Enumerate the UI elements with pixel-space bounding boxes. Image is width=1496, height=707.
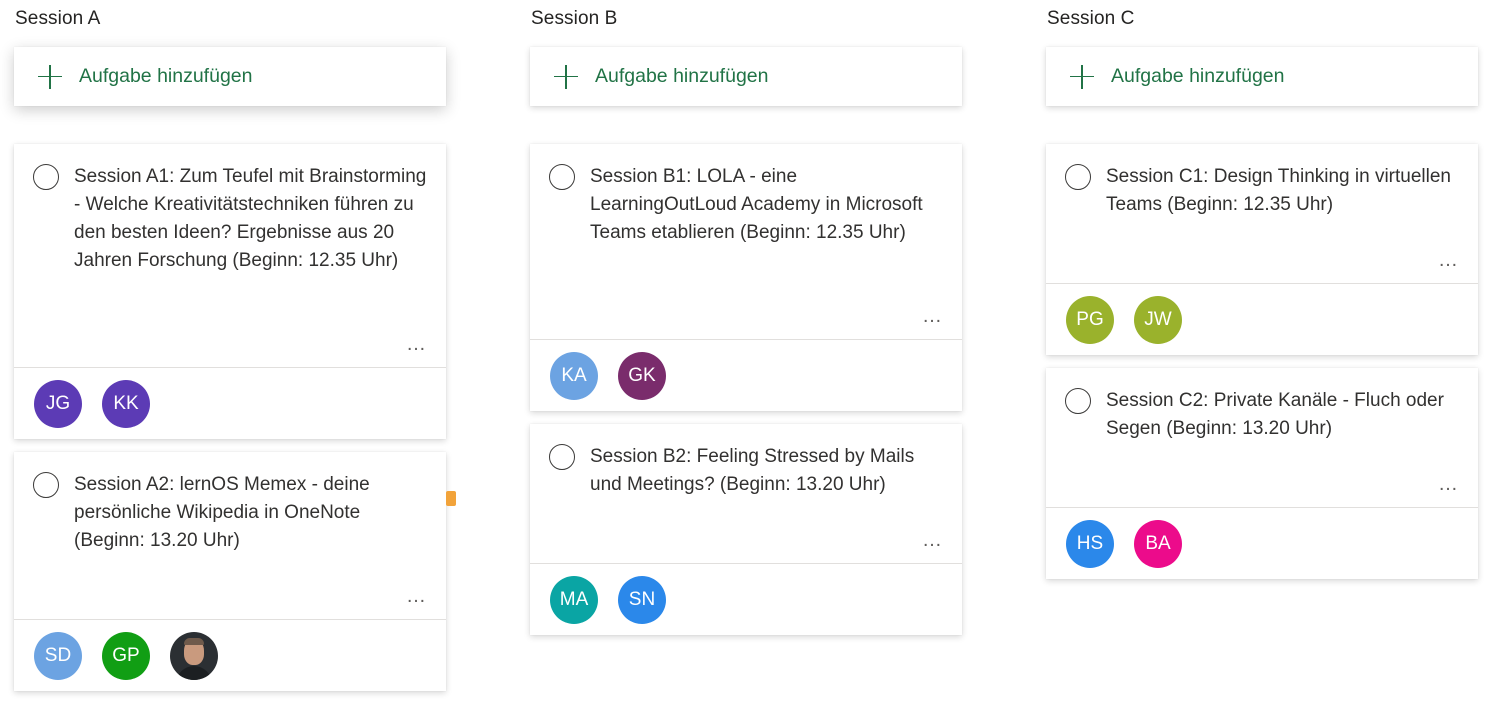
avatar[interactable]: SN — [618, 576, 666, 624]
avatar[interactable]: PG — [1066, 296, 1114, 344]
complete-task-checkbox[interactable] — [33, 472, 59, 498]
avatar[interactable]: HS — [1066, 520, 1114, 568]
avatar[interactable]: KK — [102, 380, 150, 428]
complete-task-checkbox[interactable] — [33, 164, 59, 190]
card-assignees: PG JW — [1046, 283, 1478, 355]
more-options-icon[interactable]: … — [1438, 250, 1460, 270]
card-assignees: HS BA — [1046, 507, 1478, 579]
photo-body — [176, 666, 212, 680]
avatar[interactable]: KA — [550, 352, 598, 400]
drag-indicator-marker — [446, 491, 456, 506]
add-task-label: Aufgabe hinzufügen — [1111, 65, 1285, 87]
plus-icon — [1070, 64, 1094, 89]
task-title: Session A2: lernOS Memex - deine persönl… — [74, 474, 370, 551]
complete-task-checkbox[interactable] — [549, 164, 575, 190]
plus-icon — [38, 64, 62, 89]
task-title: Session B1: LOLA - eine LearningOutLoud … — [590, 166, 923, 243]
more-options-icon[interactable]: … — [922, 530, 944, 550]
card-assignees: JG KK — [14, 367, 446, 439]
complete-task-checkbox[interactable] — [1065, 388, 1091, 414]
add-task-label: Aufgabe hinzufügen — [79, 65, 253, 87]
add-task-button[interactable]: Aufgabe hinzufügen — [530, 47, 962, 106]
task-title: Session C1: Design Thinking in virtuelle… — [1106, 166, 1451, 215]
more-options-icon[interactable]: … — [406, 334, 428, 354]
add-task-button[interactable]: Aufgabe hinzufügen — [1046, 47, 1478, 106]
avatar[interactable]: JG — [34, 380, 82, 428]
avatar[interactable]: MA — [550, 576, 598, 624]
complete-task-checkbox[interactable] — [549, 444, 575, 470]
add-task-label: Aufgabe hinzufügen — [595, 65, 769, 87]
task-card[interactable]: Session C1: Design Thinking in virtuelle… — [1046, 144, 1478, 355]
card-assignees: KA GK — [530, 339, 962, 411]
avatar[interactable]: JW — [1134, 296, 1182, 344]
bucket-title[interactable]: Session B — [531, 8, 617, 30]
task-title: Session A1: Zum Teufel mit Brainstorming… — [74, 166, 427, 271]
plus-icon — [554, 64, 578, 89]
add-task-button[interactable]: Aufgabe hinzufügen — [14, 47, 446, 106]
task-card[interactable]: Session B1: LOLA - eine LearningOutLoud … — [530, 144, 962, 411]
photo-hair — [184, 638, 204, 645]
card-assignees: SD GP — [14, 619, 446, 691]
avatar[interactable]: GP — [102, 632, 150, 680]
avatar[interactable]: GK — [618, 352, 666, 400]
bucket-title[interactable]: Session C — [1047, 8, 1135, 30]
task-card[interactable]: Session A1: Zum Teufel mit Brainstorming… — [14, 144, 446, 439]
task-title: Session C2: Private Kanäle - Fluch oder … — [1106, 390, 1444, 439]
avatar[interactable]: BA — [1134, 520, 1182, 568]
avatar-photo[interactable] — [170, 632, 218, 680]
bucket-title[interactable]: Session A — [15, 8, 100, 30]
task-board: Session A Aufgabe hinzufügen Session A1:… — [0, 0, 1496, 707]
card-assignees: MA SN — [530, 563, 962, 635]
task-card[interactable]: Session B2: Feeling Stressed by Mails un… — [530, 424, 962, 635]
more-options-icon[interactable]: … — [922, 306, 944, 326]
complete-task-checkbox[interactable] — [1065, 164, 1091, 190]
more-options-icon[interactable]: … — [1438, 474, 1460, 494]
more-options-icon[interactable]: … — [406, 586, 428, 606]
task-card[interactable]: Session A2: lernOS Memex - deine persönl… — [14, 452, 446, 691]
avatar[interactable]: SD — [34, 632, 82, 680]
task-title: Session B2: Feeling Stressed by Mails un… — [590, 446, 915, 495]
task-card[interactable]: Session C2: Private Kanäle - Fluch oder … — [1046, 368, 1478, 579]
